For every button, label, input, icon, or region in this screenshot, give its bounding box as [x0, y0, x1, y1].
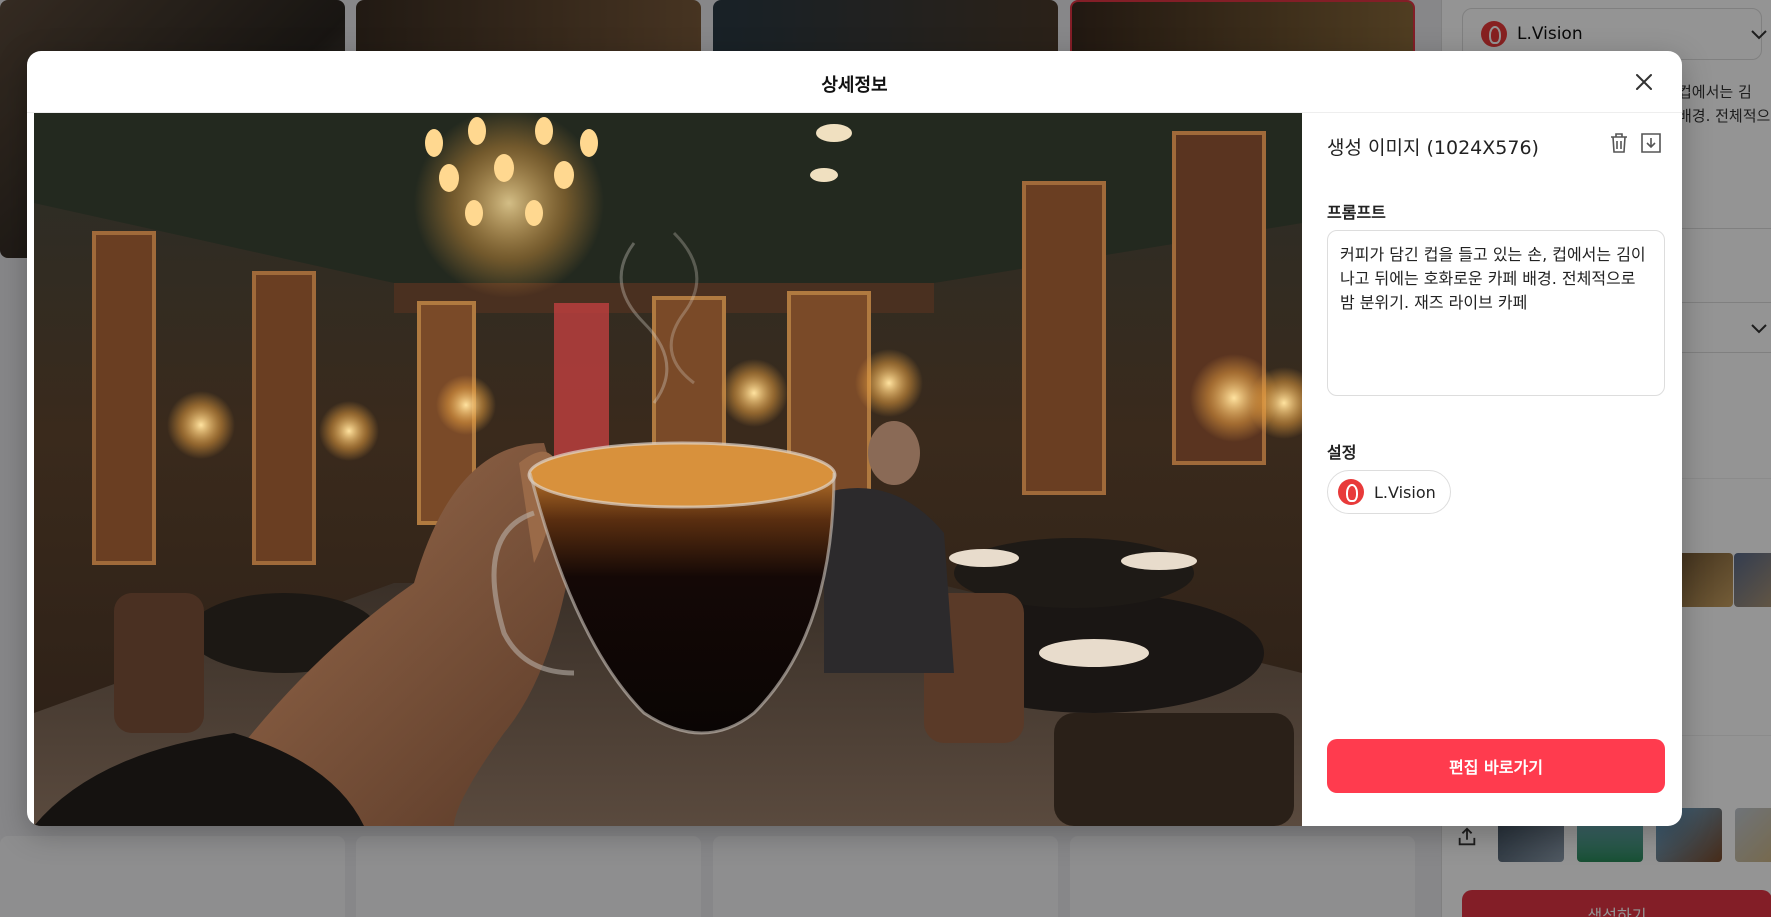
modal-header: 상세정보: [27, 51, 1682, 113]
prompt-field[interactable]: 커피가 담긴 컵을 들고 있는 손, 컵에서는 김이 나고 뒤에는 호화로운 카…: [1327, 230, 1665, 396]
settings-label: 설정: [1327, 443, 1357, 462]
cafe-image: [34, 113, 1302, 826]
detail-modal: 상세정보 생성 이미지 (1024X576) 프롬프트 커피가 담긴 컵을 들고…: [27, 51, 1682, 826]
trash-icon[interactable]: [1608, 131, 1630, 155]
modal-title: 상세정보: [821, 75, 888, 96]
edit-shortcut-button[interactable]: 편집 바로가기: [1327, 739, 1665, 793]
lvision-logo-icon: [1338, 479, 1364, 505]
close-icon[interactable]: [1630, 68, 1658, 96]
prompt-label: 프롬프트: [1327, 203, 1386, 222]
model-name: L.Vision: [1374, 482, 1436, 502]
download-icon[interactable]: [1640, 131, 1662, 155]
image-title: 생성 이미지 (1024X576): [1327, 137, 1539, 159]
generated-image: [34, 113, 1302, 826]
model-chip[interactable]: L.Vision: [1327, 470, 1451, 514]
detail-panel: 생성 이미지 (1024X576) 프롬프트 커피가 담긴 컵을 들고 있는 손…: [1303, 113, 1682, 826]
